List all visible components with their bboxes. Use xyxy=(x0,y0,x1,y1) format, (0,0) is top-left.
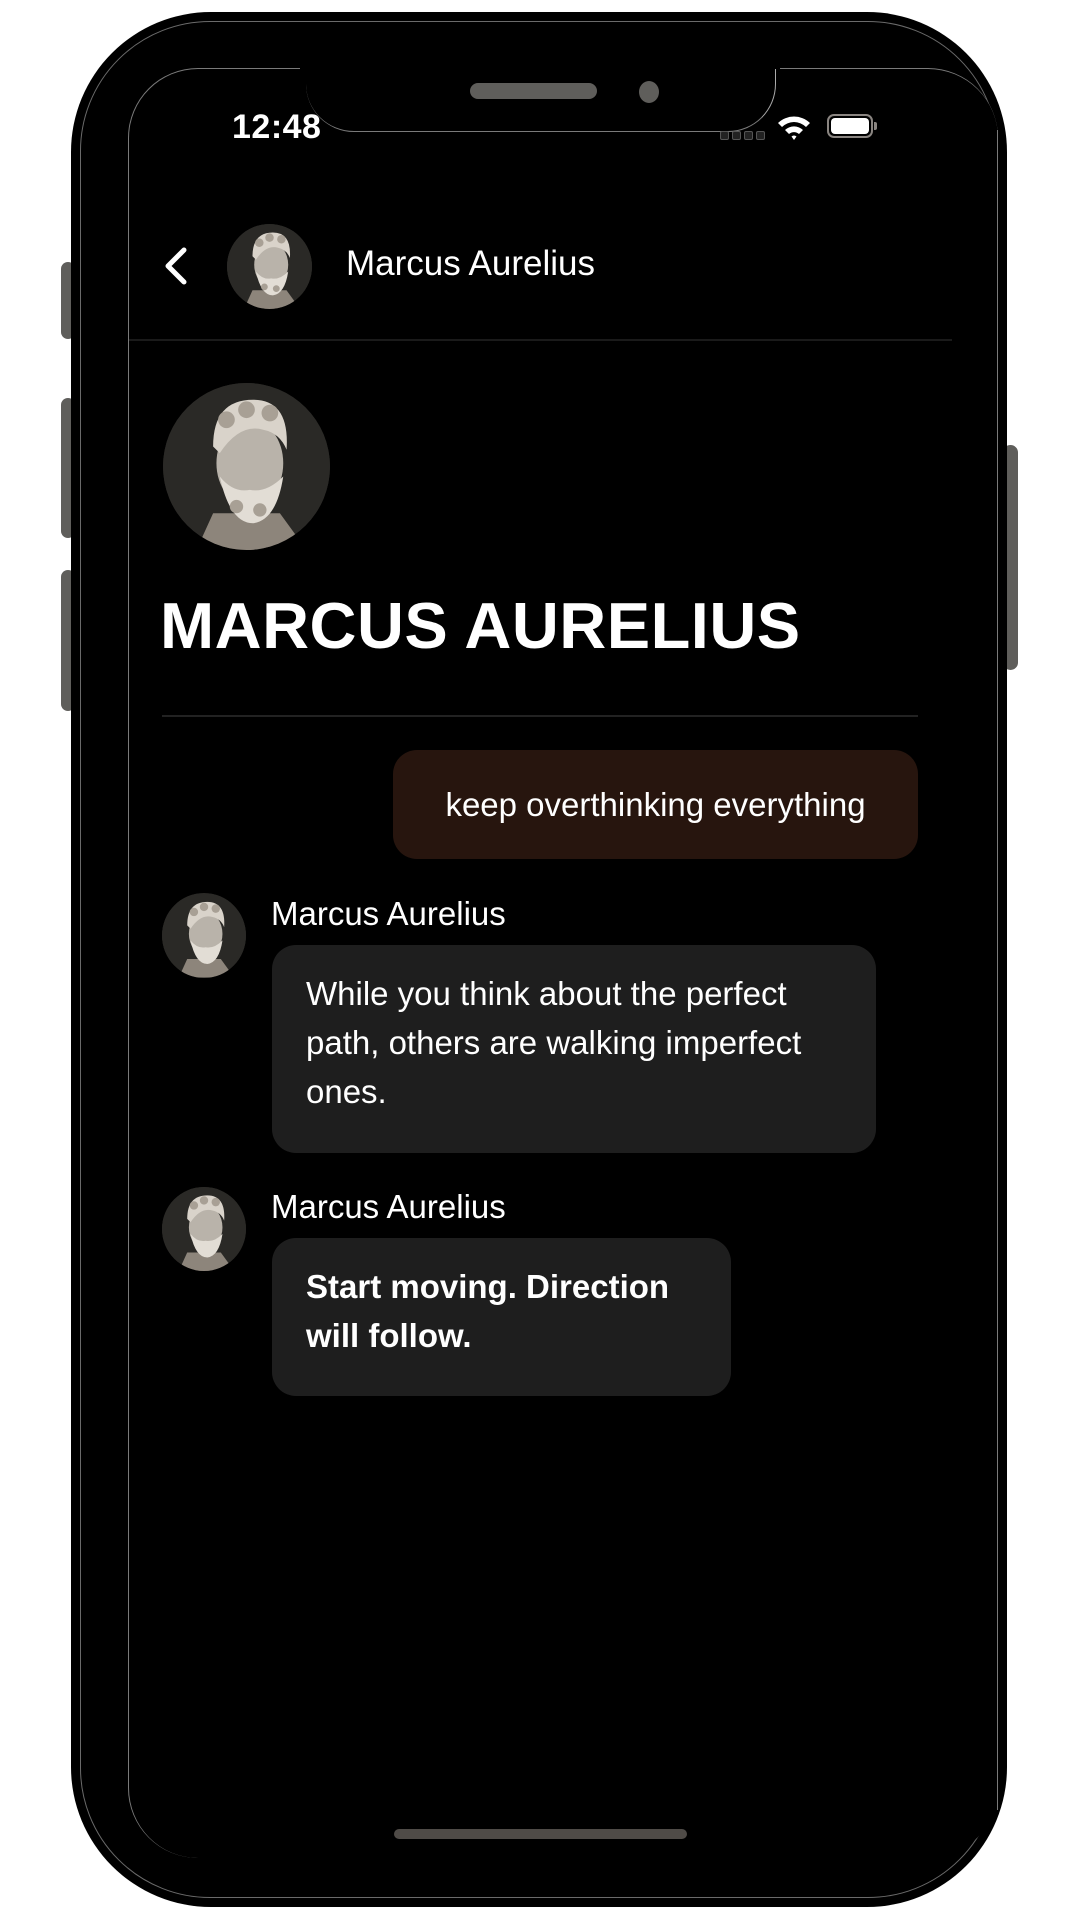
bust-icon xyxy=(162,893,246,978)
profile-divider xyxy=(162,715,918,717)
home-indicator[interactable] xyxy=(394,1829,687,1839)
bot-message-text: While you think about the perfect path, … xyxy=(306,975,802,1110)
message-sender-name: Marcus Aurelius xyxy=(271,895,506,932)
message-sender-name: Marcus Aurelius xyxy=(271,1188,506,1225)
cellular-signal-icon xyxy=(720,131,765,140)
bot-message-text: Start moving. Direction will follow. xyxy=(306,1268,670,1354)
bust-icon xyxy=(227,224,312,309)
user-message-text: keep overthinking everything xyxy=(445,785,866,823)
bot-message-bubble: Start moving. Direction will follow. xyxy=(272,1238,731,1396)
message-avatar[interactable] xyxy=(162,1187,246,1271)
user-message-bubble: keep overthinking everything xyxy=(393,750,918,859)
front-camera xyxy=(639,81,659,103)
bust-icon xyxy=(162,1187,246,1271)
screen-edge xyxy=(997,130,998,1810)
bust-icon xyxy=(163,383,330,550)
message-avatar[interactable] xyxy=(162,893,246,978)
header-contact-name[interactable]: Marcus Aurelius xyxy=(346,244,595,284)
battery-full-icon xyxy=(827,114,873,138)
battery-tip xyxy=(874,122,877,130)
speaker-grille xyxy=(470,83,597,99)
profile-avatar xyxy=(163,383,330,550)
header-divider xyxy=(129,339,952,341)
notch-top xyxy=(300,55,780,69)
status-time: 12:48 xyxy=(232,108,322,146)
header-avatar[interactable] xyxy=(227,224,312,309)
bot-message-bubble: While you think about the perfect path, … xyxy=(272,945,876,1153)
wifi-icon xyxy=(778,116,810,140)
profile-title: MARCUS AURELIUS xyxy=(160,589,801,662)
chevron-left-icon[interactable] xyxy=(160,246,196,286)
